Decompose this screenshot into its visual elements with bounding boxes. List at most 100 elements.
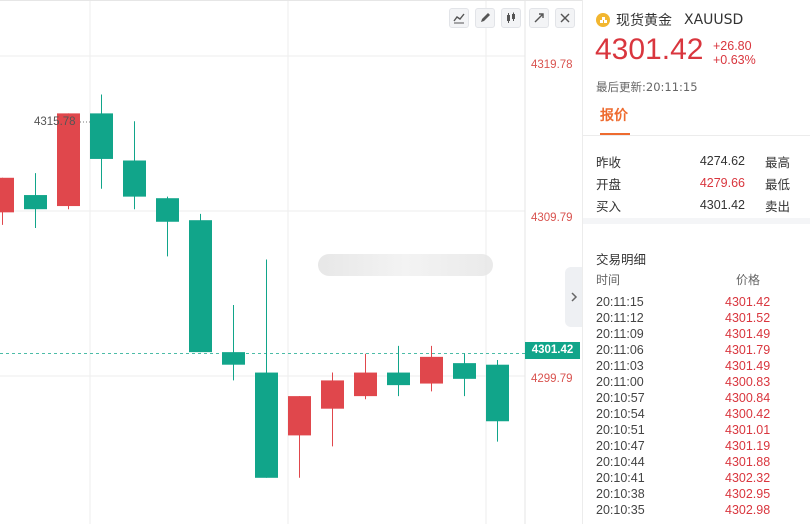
current-price-tag: 4301.42 xyxy=(525,342,580,359)
trade-price: 4300.83 xyxy=(725,375,771,389)
candle-body xyxy=(222,352,245,365)
chart-toolbar-left xyxy=(449,8,521,28)
trade-time: 20:11:15 xyxy=(596,295,644,309)
candle-body xyxy=(453,363,476,379)
trade-time: 20:11:03 xyxy=(596,359,644,373)
last-update-time: 最后更新:20:11:15 xyxy=(596,80,698,94)
candle-body xyxy=(354,372,377,397)
trades-col-time: 时间 xyxy=(596,273,621,287)
trade-time: 20:10:44 xyxy=(596,455,645,469)
peak-price-label: 4315.78 xyxy=(34,116,76,128)
candle-body xyxy=(387,372,410,386)
collapse-panel-button[interactable] xyxy=(565,267,582,327)
trade-price: 4301.01 xyxy=(725,423,771,437)
price-axis-label: 4299.79 xyxy=(531,373,573,385)
trade-time: 20:10:51 xyxy=(596,423,645,437)
line-chart-icon[interactable] xyxy=(449,8,469,28)
trade-time: 20:10:47 xyxy=(596,439,645,453)
quote-value: 4301.42 xyxy=(699,198,745,212)
trade-price: 4302.32 xyxy=(725,471,771,485)
trade-row: 20:11:09 4301.49 xyxy=(596,327,796,343)
chart-toolbar-right xyxy=(529,8,575,28)
trades-list[interactable]: 20:11:15 4301.42 20:11:12 4301.52 20:11:09 43… xyxy=(596,295,796,519)
price-axis-label: 4319.78 xyxy=(531,59,573,71)
trade-price: 4301.49 xyxy=(725,327,771,341)
candle-body xyxy=(0,177,14,213)
trade-price: 4301.19 xyxy=(725,439,771,453)
candle-body xyxy=(255,372,278,478)
trade-time: 20:10:54 xyxy=(596,407,645,421)
gold-coin-icon xyxy=(596,13,610,27)
trade-time: 20:10:35 xyxy=(596,503,645,517)
trade-row: 20:10:57 4300.84 xyxy=(596,391,796,407)
quote-label: 开盘 xyxy=(596,176,622,192)
candle-body xyxy=(420,356,443,384)
quote-panel: 现货黄金 XAUUSD 4301.42 +26.80 +0.63% 最后更新:2… xyxy=(582,0,810,524)
trade-row: 20:11:12 4301.52 xyxy=(596,311,796,327)
quote-label: 卖出 xyxy=(765,198,791,214)
quote-row: 开盘 4279.66 最低 xyxy=(596,172,810,194)
trade-row: 20:10:35 4302.98 xyxy=(596,503,796,519)
section-divider xyxy=(583,218,810,224)
symbol-name: 现货黄金 xyxy=(616,13,672,29)
trade-time: 20:11:09 xyxy=(596,327,644,341)
trade-time: 20:11:06 xyxy=(596,343,644,357)
candle-body xyxy=(288,396,311,436)
trade-price: 4301.49 xyxy=(725,359,771,373)
app-root: 4319.78 4309.79 4299.79 4301.42 4315.78 … xyxy=(0,0,810,524)
change-absolute: +26.80 xyxy=(713,39,752,53)
chart-pane[interactable]: 4319.78 4309.79 4299.79 4301.42 4315.78 xyxy=(0,0,582,524)
trades-col-price: 价格 xyxy=(736,273,761,287)
trade-row: 20:10:47 4301.19 xyxy=(596,439,796,455)
expand-icon[interactable] xyxy=(529,8,549,28)
trades-title: 交易明细 xyxy=(596,252,647,267)
watermark-logo xyxy=(318,254,493,276)
quote-value: 4274.62 xyxy=(699,154,745,168)
trade-price: 4301.42 xyxy=(725,295,771,309)
trade-price: 4300.42 xyxy=(725,407,771,421)
trade-row: 20:10:54 4300.42 xyxy=(596,407,796,423)
candle-body xyxy=(24,195,47,210)
candle-icon[interactable] xyxy=(501,8,521,28)
trade-row: 20:11:06 4301.79 xyxy=(596,343,796,359)
close-icon[interactable] xyxy=(555,8,575,28)
tab-quote[interactable]: 报价 xyxy=(600,105,628,125)
trade-row: 20:10:44 4301.88 xyxy=(596,455,796,471)
trade-time: 20:11:12 xyxy=(596,311,644,325)
chevron-right-icon xyxy=(570,292,577,302)
price-axis-label: 4309.79 xyxy=(531,212,573,224)
trade-time: 20:10:38 xyxy=(596,487,645,501)
quote-row: 买入 4301.42 卖出 xyxy=(596,194,810,216)
quote-row: 昨收 4274.62 最高 xyxy=(596,150,810,172)
symbol-header: 现货黄金 XAUUSD xyxy=(596,10,743,30)
trade-time: 20:10:41 xyxy=(596,471,645,485)
symbol-code: XAUUSD xyxy=(684,12,744,28)
last-price: 4301.42 xyxy=(595,33,704,66)
candle-body xyxy=(90,113,113,159)
draw-pen-icon[interactable] xyxy=(475,8,495,28)
quote-grid: 昨收 4274.62 最高 开盘 4279.66 最低 买入 4301.42 卖… xyxy=(596,150,810,216)
quote-label: 最高 xyxy=(765,154,791,170)
candlestick-chart[interactable] xyxy=(0,1,582,524)
trade-row: 20:10:38 4302.95 xyxy=(596,487,796,503)
candle-body xyxy=(123,160,146,197)
trade-row: 20:11:00 4300.83 xyxy=(596,375,796,391)
trade-price: 4300.84 xyxy=(725,391,771,405)
quote-label: 买入 xyxy=(596,198,622,214)
change-percent: +0.63% xyxy=(713,53,756,67)
trade-row: 20:10:51 4301.01 xyxy=(596,423,796,439)
trade-price: 4301.79 xyxy=(725,343,771,357)
trade-price: 4301.52 xyxy=(725,311,771,325)
trades-header: 时间 价格 xyxy=(596,271,796,288)
trade-price: 4302.95 xyxy=(725,487,771,501)
trade-time: 20:11:00 xyxy=(596,375,644,389)
quote-label: 最低 xyxy=(765,176,791,192)
quote-value: 4279.66 xyxy=(699,176,745,190)
candle-body xyxy=(189,220,212,353)
divider xyxy=(583,135,810,136)
trade-time: 20:10:57 xyxy=(596,391,645,405)
trade-row: 20:11:15 4301.42 xyxy=(596,295,796,311)
candle-body xyxy=(156,198,179,222)
trade-row: 20:10:41 4302.32 xyxy=(596,471,796,487)
trade-price: 4302.98 xyxy=(725,503,771,517)
